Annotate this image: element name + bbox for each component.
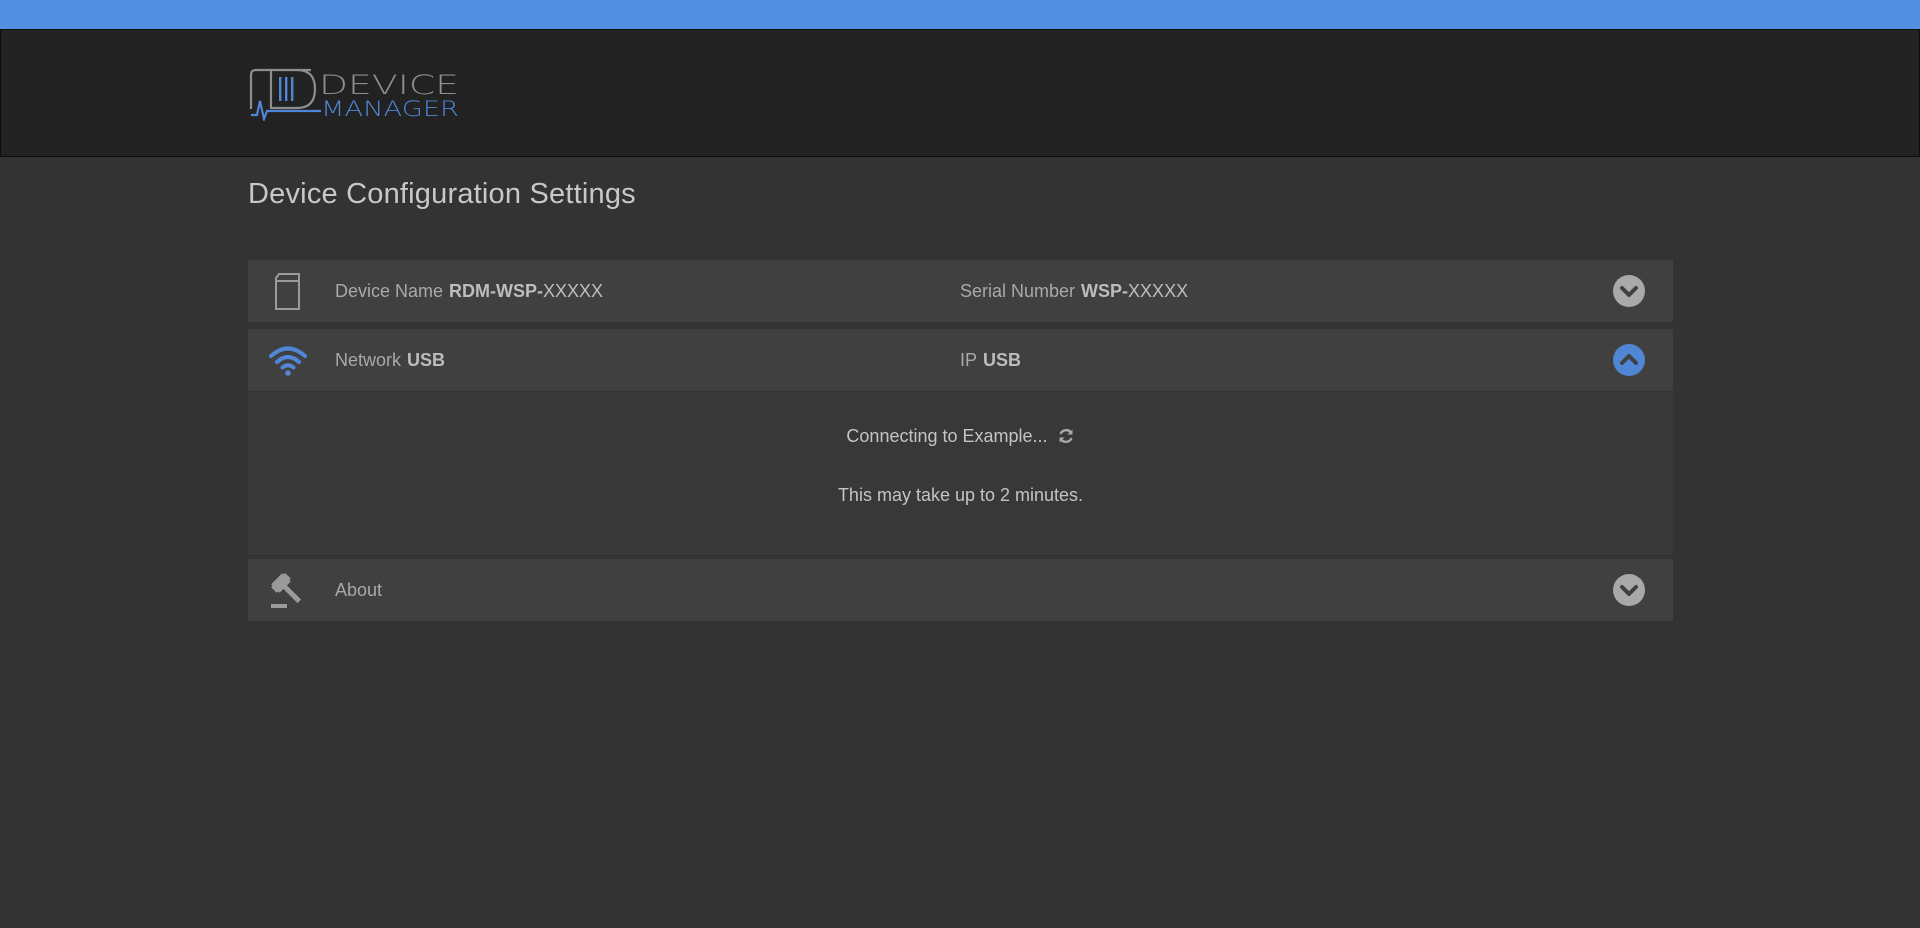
serial-number-value: WSP-XXXXX [1081, 281, 1188, 301]
gavel-icon [271, 573, 302, 608]
network-value-text: USB [407, 350, 446, 370]
device-icon [275, 273, 300, 310]
about-row[interactable]: About [248, 559, 1673, 621]
network-field: Network USB [335, 329, 445, 391]
ip-value: USB [983, 350, 1021, 370]
ip-field: IP USB [960, 329, 1021, 391]
ip-label: IP [960, 350, 978, 370]
network-label: Network [335, 350, 402, 370]
device-name-label: Device Name [335, 281, 444, 301]
page-title: Device Configuration Settings [248, 178, 636, 210]
device-expand-button[interactable] [1613, 275, 1645, 307]
connecting-text: Connecting to Example... [846, 426, 1048, 446]
device-name-value-prefix: RDM-WSP- [449, 281, 544, 301]
device-info-row[interactable]: Device Name RDM-WSP-XXXXX Serial Number WS… [248, 260, 1673, 322]
app-header: DEVICE MANAGER [0, 29, 1920, 157]
device-name-field: Device Name RDM-WSP-XXXXX [335, 260, 603, 322]
serial-number-value-prefix: WSP- [1081, 281, 1129, 301]
connecting-duration-note: This may take up to 2 minutes. [837, 485, 1084, 505]
network-value: USB [407, 350, 445, 370]
logo-text-manager: MANAGER [321, 97, 459, 121]
chevron-up-icon [1620, 354, 1638, 365]
serial-number-label: Serial Number [960, 281, 1076, 301]
about-label: About [335, 580, 383, 600]
top-accent-bar [0, 0, 1920, 29]
device-name-value-suffix: XXXXX [543, 281, 604, 301]
wifi-icon [269, 346, 307, 376]
ip-value-text: USB [983, 350, 1022, 370]
network-info-row[interactable]: Network USB IP USB [248, 329, 1673, 391]
device-name-value: RDM-WSP-XXXXX [449, 281, 603, 301]
network-details-panel: Connecting to Example... This may take u… [248, 392, 1673, 555]
connecting-status: Connecting to Example... [248, 426, 1673, 447]
chevron-down-icon [1620, 286, 1638, 297]
about-expand-button[interactable] [1613, 574, 1645, 606]
device-manager-logo[interactable]: DEVICE MANAGER [249, 67, 461, 121]
refresh-icon [1058, 428, 1073, 444]
network-collapse-button[interactable] [1613, 344, 1645, 376]
serial-number-field: Serial Number WSP-XXXXX [960, 260, 1188, 322]
chevron-down-icon [1620, 585, 1638, 596]
serial-number-value-suffix: XXXXX [1128, 281, 1189, 301]
